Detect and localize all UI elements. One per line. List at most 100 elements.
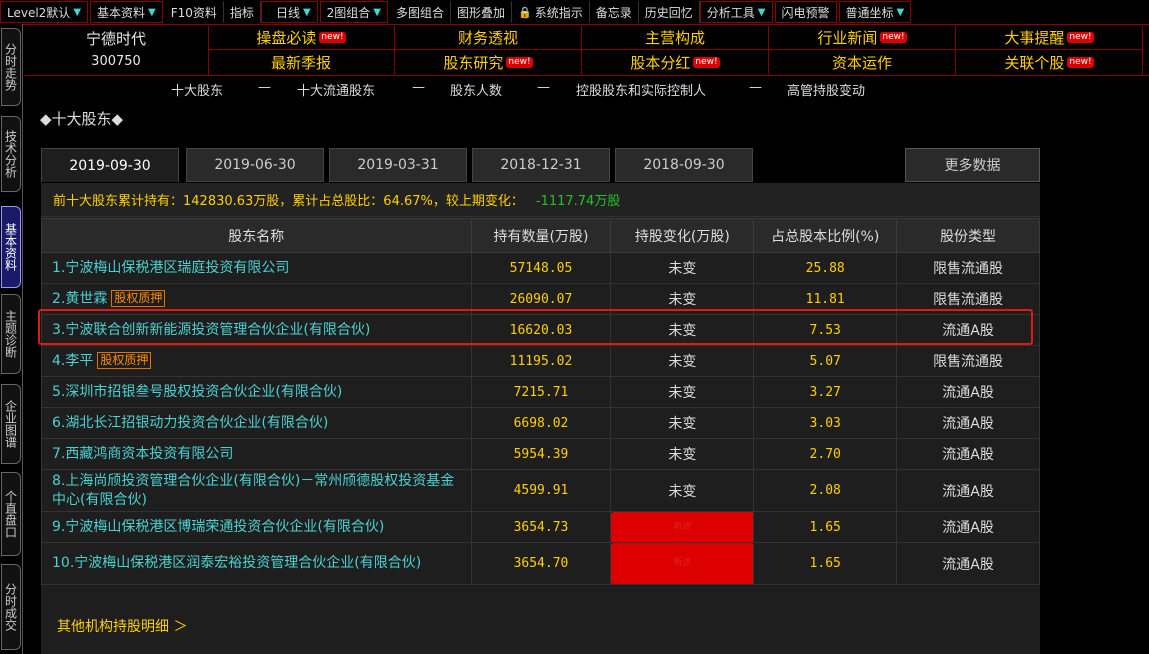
other-institutions-link[interactable]: 其他机构持股明细 ＞: [57, 616, 187, 636]
shareholder-name-cell[interactable]: 8.上海尚颀投资管理合伙企业(有限合伙)－常州颀德股权投资基金中心(有限合伙): [41, 469, 472, 512]
tab-2019-06-30[interactable]: 2019-06-30: [186, 148, 324, 182]
table-row[interactable]: 1.宁波梅山保税港区瑞庭投资有限公司 57148.05 未变 25.88 限售流通股: [41, 252, 1040, 284]
change-cell: 未变: [610, 345, 755, 377]
nav-dividend[interactable]: 股本分红 new!: [582, 50, 769, 74]
shareholder-name[interactable]: 3.宁波联合创新新能源投资管理合伙企业(有限合伙): [52, 322, 370, 338]
summary-bar: 前十大股东累计持有：142830.63万股，累计占总股比：64.67%，较上期变…: [41, 183, 1040, 217]
col-header-type[interactable]: 股份类型: [896, 218, 1040, 253]
shareholder-name-cell[interactable]: 7.西藏鸿商资本投资有限公司: [41, 438, 472, 470]
side-tab-enterprise[interactable]: 企业图谱: [1, 384, 21, 464]
tab-2018-12-31[interactable]: 2018-12-31: [472, 148, 610, 182]
shareholder-name[interactable]: 10.宁波梅山保税港区润泰宏裕投资管理合伙企业(有限合伙): [52, 555, 421, 571]
stock-name: 宁德时代: [85, 30, 146, 48]
subnav-top10-float[interactable]: 十大流通股东: [297, 80, 375, 99]
nav-business[interactable]: 主营构成: [582, 26, 769, 50]
pct-cell: 1.65: [753, 511, 898, 543]
toolbar-basic-info[interactable]: 基本资料 ▼: [90, 1, 163, 23]
shareholder-name-cell[interactable]: 3.宁波联合创新新能源投资管理合伙企业(有限合伙): [41, 314, 472, 346]
nav-shareholder-research[interactable]: 股东研究 new!: [395, 50, 582, 74]
table-row[interactable]: 9.宁波梅山保税港区博瑞荣通投资合伙企业(有限合伙) 3654.73 新进 1.65 流…: [41, 511, 1040, 543]
shareholder-name-cell[interactable]: 1.宁波梅山保税港区瑞庭投资有限公司: [41, 252, 472, 284]
pledge-badge[interactable]: 股权质押: [97, 352, 152, 369]
table-row[interactable]: 7.西藏鸿商资本投资有限公司 5954.39 未变 2.70 流通A股: [41, 438, 1040, 470]
col-header-qty[interactable]: 持有数量(万股): [470, 218, 612, 253]
toolbar-multichart[interactable]: 多图组合: [390, 1, 452, 23]
nav-related-stocks[interactable]: 关联个股 new!: [956, 50, 1143, 74]
table-row[interactable]: 3.宁波联合创新新能源投资管理合伙企业(有限合伙) 16620.03 未变 7.53 流…: [41, 314, 1040, 346]
shareholder-name[interactable]: 8.上海尚颀投资管理合伙企业(有限合伙)－常州颀德股权投资基金中心(有限合伙): [52, 473, 454, 508]
col-header-name[interactable]: 股东名称: [41, 218, 472, 253]
table-body: 1.宁波梅山保税港区瑞庭投资有限公司 57148.05 未变 25.88 限售流通股 2.…: [41, 252, 1040, 585]
nav-finance[interactable]: 财务透视: [395, 26, 582, 50]
subnav-controller[interactable]: 控股股东和实际控制人: [576, 80, 706, 99]
toolbar-daily[interactable]: 日线 ▼: [260, 1, 318, 23]
tab-2019-03-31[interactable]: 2019-03-31: [329, 148, 467, 182]
toolbar-label: 基本资料: [97, 5, 146, 20]
toolbar-history[interactable]: 历史回忆: [639, 1, 700, 23]
shareholder-name-cell[interactable]: 5.深圳市招银叁号股权投资合伙企业(有限合伙): [41, 376, 472, 408]
qty-cell: 6698.02: [470, 407, 612, 439]
table-row[interactable]: 2.黄世霖 股权质押 26090.07 未变 11.81 限售流通股: [41, 283, 1040, 315]
nav-events[interactable]: 大事提醒 new!: [956, 26, 1143, 50]
toolbar-indicator[interactable]: 指标: [224, 1, 261, 23]
toolbar-analysis[interactable]: 分析工具 ▼: [699, 1, 773, 23]
subnav-exec-holdings[interactable]: 高管持股变动: [787, 80, 865, 99]
shareholder-name-cell[interactable]: 2.黄世霖 股权质押: [41, 283, 472, 315]
new-badge: new!: [1067, 32, 1094, 43]
more-data-button[interactable]: 更多数据: [905, 148, 1040, 182]
qty-cell: 57148.05: [470, 252, 612, 284]
subnav-top10[interactable]: 十大股东: [171, 80, 223, 99]
table-row[interactable]: 6.湖北长江招银动力投资合伙企业(有限合伙) 6698.02 未变 3.03 流通A股: [41, 407, 1040, 439]
toolbar-f10[interactable]: F10资料: [165, 1, 224, 23]
nav-label: 主营构成: [644, 29, 705, 47]
pct-cell: 2.70: [753, 438, 898, 470]
toolbar-alert[interactable]: 闪电预警: [774, 1, 837, 23]
shareholder-name[interactable]: 4.李平: [52, 353, 93, 369]
toolbar-memo[interactable]: 备忘录: [590, 1, 639, 23]
qty-cell: 11195.02: [470, 345, 612, 377]
new-badge: new!: [880, 32, 907, 43]
nav-industry-news[interactable]: 行业新闻 new!: [769, 26, 956, 50]
table-row[interactable]: 5.深圳市招银叁号股权投资合伙企业(有限合伙) 7215.71 未变 3.27 流通A股: [41, 376, 1040, 408]
shareholder-name-cell[interactable]: 6.湖北长江招银动力投资合伙企业(有限合伙): [41, 407, 472, 439]
nav-trading-guide[interactable]: 操盘必读 new!: [208, 26, 395, 50]
table-row[interactable]: 8.上海尚颀投资管理合伙企业(有限合伙)－常州颀德股权投资基金中心(有限合伙) 4…: [41, 469, 1040, 512]
col-header-pct[interactable]: 占总股本比例(%): [753, 218, 898, 253]
subnav-sep: —: [258, 80, 271, 95]
toolbar-level2[interactable]: Level2默认 ▼: [0, 1, 89, 23]
shareholder-name[interactable]: 2.黄世霖: [52, 291, 107, 307]
summary-text: 前十大股东累计持有：142830.63万股，累计占总股比：64.67%，较上期变…: [53, 194, 524, 209]
shareholder-name-cell[interactable]: 10.宁波梅山保税港区润泰宏裕投资管理合伙企业(有限合伙): [41, 542, 472, 585]
shareholder-name-cell[interactable]: 4.李平 股权质押: [41, 345, 472, 377]
shareholder-name-cell[interactable]: 9.宁波梅山保税港区博瑞荣通投资合伙企业(有限合伙): [41, 511, 472, 543]
tab-2018-09-30[interactable]: 2018-09-30: [615, 148, 753, 182]
section-title: ◆十大股东◆: [40, 110, 124, 128]
toolbar-2chart[interactable]: 2图组合 ▼: [319, 1, 388, 23]
side-tab-basic-info[interactable]: 基本资料: [1, 206, 21, 288]
shareholder-name[interactable]: 1.宁波梅山保税港区瑞庭投资有限公司: [52, 260, 289, 276]
side-tab-trades[interactable]: 分时成交: [1, 564, 21, 650]
table-row[interactable]: 10.宁波梅山保税港区润泰宏裕投资管理合伙企业(有限合伙) 3654.70 新进 1.…: [41, 542, 1040, 585]
toolbar-label: 普通坐标: [845, 5, 894, 20]
change-cell: 未变: [610, 438, 755, 470]
shareholder-name[interactable]: 7.西藏鸿商资本投资有限公司: [52, 446, 233, 462]
toolbar-overlay[interactable]: 图形叠加: [451, 1, 513, 23]
toolbar-system[interactable]: 🔒 系统指示: [512, 1, 590, 23]
nav-quarterly[interactable]: 最新季报: [208, 50, 395, 74]
pct-cell: 5.07: [753, 345, 898, 377]
nav-label: 关联个股: [1004, 53, 1065, 72]
toolbar-coord[interactable]: 普通坐标 ▼: [838, 1, 912, 23]
side-tab-technical[interactable]: 技术分析: [1, 116, 21, 192]
shareholder-name[interactable]: 5.深圳市招银叁号股权投资合伙企业(有限合伙): [52, 384, 342, 400]
table-row[interactable]: 4.李平 股权质押 11195.02 未变 5.07 限售流通股: [41, 345, 1040, 377]
shareholder-name[interactable]: 9.宁波梅山保税港区博瑞荣通投资合伙企业(有限合伙): [52, 519, 384, 535]
col-header-change[interactable]: 持股变化(万股): [610, 218, 755, 253]
side-tab-diagnosis[interactable]: 主题诊断: [1, 294, 21, 374]
subnav-holder-count[interactable]: 股东人数: [450, 80, 502, 99]
nav-capital[interactable]: 资本运作: [769, 50, 956, 74]
tab-2019-09-30[interactable]: 2019-09-30: [41, 148, 179, 182]
side-tab-market[interactable]: 个直盘口: [1, 472, 21, 556]
dropdown-arrow-icon: ▼: [373, 6, 381, 18]
shareholder-name[interactable]: 6.湖北长江招银动力投资合伙企业(有限合伙): [52, 415, 328, 431]
pledge-badge[interactable]: 股权质押: [111, 290, 166, 307]
